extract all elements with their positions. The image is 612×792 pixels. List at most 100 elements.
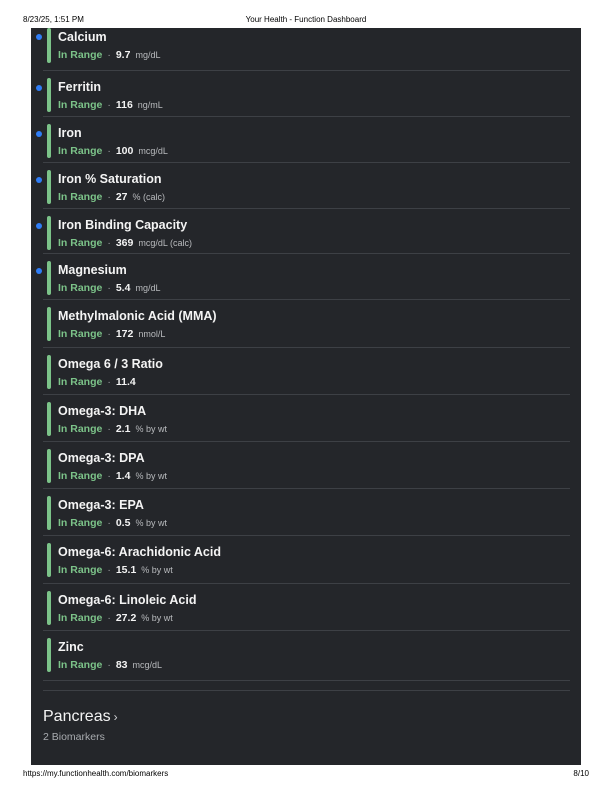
- section-title: Pancreas: [43, 708, 111, 725]
- section-pancreas-link[interactable]: Pancreas ›: [43, 708, 118, 726]
- biomarker-row[interactable]: Omega-3: DPA In Range · 1.4 % by wt: [43, 441, 570, 489]
- biomarker-result: In Range · 9.7 mg/dL: [58, 49, 160, 61]
- biomarker-result: In Range · 11.4: [58, 376, 141, 388]
- print-title: Your Health - Function Dashboard: [245, 15, 367, 24]
- biomarker-value: 9.7: [115, 49, 131, 61]
- status-bar: [47, 307, 51, 341]
- chevron-right-icon: ›: [113, 710, 118, 724]
- status-bar: [47, 449, 51, 483]
- biomarker-name: Calcium: [58, 30, 107, 44]
- status-bar: [47, 496, 51, 530]
- biomarker-name: Magnesium: [58, 263, 127, 277]
- biomarker-value: 116: [115, 99, 133, 111]
- biomarker-row[interactable]: Ferritin In Range · 116 ng/mL: [43, 70, 570, 117]
- biomarker-unit: ng/mL: [137, 100, 163, 110]
- separator-dot: ·: [107, 145, 111, 157]
- status-bar: [47, 261, 51, 295]
- biomarker-unit: mcg/dL: [132, 660, 163, 670]
- biomarker-row[interactable]: Omega-3: DHA In Range · 2.1 % by wt: [43, 394, 570, 442]
- separator-dot: ·: [107, 328, 111, 340]
- new-result-dot-icon: [36, 34, 42, 40]
- biomarker-row[interactable]: Omega-3: EPA In Range · 0.5 % by wt: [43, 488, 570, 536]
- section-biomarker-count: 2 Biomarkers: [43, 731, 105, 743]
- biomarker-value: 15.1: [115, 564, 137, 576]
- biomarker-result: In Range · 83 mcg/dL: [58, 659, 162, 671]
- biomarker-row[interactable]: Omega-6: Arachidonic Acid In Range · 15.1 % …: [43, 535, 570, 584]
- status-bar: [47, 28, 51, 63]
- biomarker-name: Omega-6: Arachidonic Acid: [58, 545, 221, 559]
- biomarker-name: Ferritin: [58, 80, 102, 94]
- biomarker-value: 27.2: [115, 612, 137, 624]
- biomarker-unit: % by wt: [135, 471, 167, 481]
- biomarker-name: Omega-3: EPA: [58, 498, 144, 512]
- biomarker-name: Omega 6 / 3 Ratio: [58, 357, 163, 371]
- separator-dot: ·: [107, 517, 111, 529]
- status-label: In Range: [58, 517, 103, 529]
- separator-dot: ·: [107, 659, 111, 671]
- new-result-dot-icon: [36, 268, 42, 274]
- biomarker-unit: % by wt: [135, 518, 167, 528]
- biomarker-unit: % by wt: [135, 424, 167, 434]
- status-label: In Range: [58, 282, 103, 294]
- new-result-dot-icon: [36, 131, 42, 137]
- status-bar: [47, 170, 51, 204]
- biomarker-row[interactable]: Omega-6: Linoleic Acid In Range · 27.2 % by …: [43, 583, 570, 631]
- biomarker-unit: % by wt: [141, 565, 173, 575]
- biomarker-row[interactable]: Iron Binding Capacity In Range · 369 mcg/dL …: [43, 208, 570, 254]
- biomarker-row[interactable]: Iron % Saturation In Range · 27 % (calc): [43, 162, 570, 209]
- status-label: In Range: [58, 376, 103, 388]
- status-label: In Range: [58, 49, 103, 61]
- separator-dot: ·: [107, 376, 111, 388]
- separator-dot: ·: [107, 564, 111, 576]
- biomarker-result: In Range · 100 mcg/dL: [58, 145, 168, 157]
- biomarker-row[interactable]: Calcium In Range · 9.7 mg/dL: [43, 28, 570, 71]
- biomarker-result: In Range · 0.5 % by wt: [58, 517, 167, 529]
- status-bar: [47, 591, 51, 625]
- biomarker-name: Omega-3: DHA: [58, 404, 147, 418]
- biomarker-panel: Calcium In Range · 9.7 mg/dL Ferritin In Range…: [31, 28, 581, 765]
- biomarker-name: Omega-3: DPA: [58, 451, 145, 465]
- biomarker-unit: mcg/dL (calc): [138, 238, 193, 248]
- new-result-dot-icon: [36, 85, 42, 91]
- status-label: In Range: [58, 99, 103, 111]
- biomarker-row[interactable]: Methylmalonic Acid (MMA) In Range · 172 nmol…: [43, 299, 570, 348]
- biomarker-result: In Range · 172 nmol/L: [58, 328, 165, 340]
- status-label: In Range: [58, 470, 103, 482]
- status-label: In Range: [58, 564, 103, 576]
- status-label: In Range: [58, 191, 103, 203]
- print-footer: https://my.functionhealth.com/biomarkers…: [0, 764, 612, 784]
- biomarker-row[interactable]: Omega 6 / 3 Ratio In Range · 11.4: [43, 347, 570, 395]
- biomarker-row[interactable]: Magnesium In Range · 5.4 mg/dL: [43, 253, 570, 300]
- separator-dot: ·: [107, 470, 111, 482]
- status-bar: [47, 638, 51, 672]
- biomarker-result: In Range · 369 mcg/dL (calc): [58, 237, 192, 249]
- status-bar: [47, 543, 51, 577]
- status-bar: [47, 402, 51, 436]
- status-label: In Range: [58, 659, 103, 671]
- print-page-number: 8/10: [573, 769, 589, 778]
- separator-dot: ·: [107, 99, 111, 111]
- biomarker-name: Methylmalonic Acid (MMA): [58, 309, 217, 323]
- status-label: In Range: [58, 145, 103, 157]
- status-label: In Range: [58, 237, 103, 249]
- biomarker-value: 100: [115, 145, 134, 157]
- status-bar: [47, 216, 51, 250]
- biomarker-value: 5.4: [115, 282, 131, 294]
- status-bar: [47, 78, 51, 112]
- biomarker-name: Omega-6: Linoleic Acid: [58, 593, 197, 607]
- biomarker-result: In Range · 1.4 % by wt: [58, 470, 167, 482]
- biomarker-value: 2.1: [115, 423, 131, 435]
- biomarker-value: 172: [115, 328, 134, 340]
- section-divider: [43, 690, 570, 691]
- separator-dot: ·: [107, 423, 111, 435]
- biomarker-row[interactable]: Zinc In Range · 83 mcg/dL: [43, 630, 570, 681]
- biomarker-result: In Range · 15.1 % by wt: [58, 564, 173, 576]
- biomarker-name: Iron Binding Capacity: [58, 218, 188, 232]
- biomarker-row[interactable]: Iron In Range · 100 mcg/dL: [43, 116, 570, 163]
- biomarker-unit: % by wt: [141, 613, 173, 623]
- new-result-dot-icon: [36, 223, 42, 229]
- biomarker-name: Iron: [58, 126, 82, 140]
- biomarker-result: In Range · 2.1 % by wt: [58, 423, 167, 435]
- biomarker-value: 27: [115, 191, 128, 203]
- biomarker-value: 1.4: [115, 470, 131, 482]
